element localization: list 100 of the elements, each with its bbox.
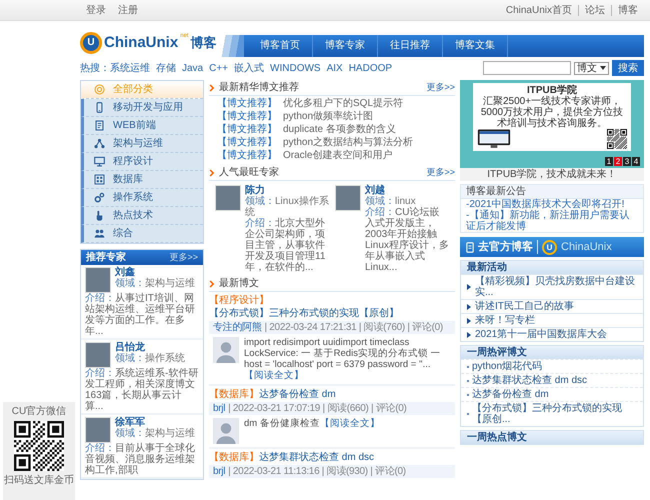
hot-search-link[interactable]: Java	[182, 62, 204, 74]
triangle-bullet-icon	[467, 304, 471, 310]
post-title-link[interactable]: Oracle创建表空间和用户	[283, 150, 392, 163]
stripe-decoration	[220, 35, 244, 57]
hot-search-link[interactable]: C++	[209, 62, 228, 74]
slide-button[interactable]: 4	[632, 157, 640, 166]
expert-name-link[interactable]: 陈力	[245, 185, 329, 196]
post-title-link[interactable]: 达梦集群状态检查 dm dsc	[259, 451, 374, 464]
category-item[interactable]: 移动开发与应用	[81, 99, 203, 117]
read-more-link[interactable]: 【阅读全文】	[244, 370, 304, 381]
hot-search-link[interactable]: HADOOP	[348, 62, 392, 74]
category-tag-link[interactable]: 【数据库】	[209, 451, 259, 464]
search-button[interactable]: 搜索	[612, 60, 644, 76]
notice-link[interactable]: -2021中国数据库技术大会即将召开!	[461, 199, 643, 210]
hot-search-link[interactable]: 嵌入式	[234, 62, 264, 74]
logo-icon[interactable]: U	[80, 32, 102, 54]
post-link[interactable]: python烟花代码	[472, 361, 542, 372]
triangle-bullet-icon	[467, 284, 471, 290]
category-item[interactable]: 数据库	[81, 171, 203, 189]
read-more-link[interactable]: 【阅读全文】	[320, 418, 380, 429]
nav-link[interactable]: 博客专家	[313, 35, 378, 57]
nav-link[interactable]: 往日推荐	[378, 35, 443, 57]
post-link[interactable]: 达梦集群状态检查 dm dsc	[472, 375, 588, 386]
slide-button[interactable]: 1	[605, 157, 613, 166]
expert-field: 领域：架构与运维	[115, 428, 195, 439]
post-title-link[interactable]: python做频率统计图	[283, 111, 374, 124]
post-title-link[interactable]: 达梦备份检查 dm	[259, 388, 336, 401]
people-icon	[94, 228, 105, 239]
expert-field: 领域：Linux操作系统	[245, 196, 329, 218]
tag-link[interactable]: 【博文推荐】	[217, 98, 277, 111]
category-tag-link[interactable]: 【数据库】	[209, 388, 259, 401]
category-tag-link[interactable]: 【程序设计】	[209, 294, 269, 307]
ad-banner[interactable]: ITPUB学院 汇聚2500+一线技术专家讲师，5000万技术用户，提供全方位技术培训与技术咨询服务。 1 2 3 4	[460, 80, 644, 168]
notice-link[interactable]: -【通知】新功能，新注册用户需要认证后才能发博	[461, 210, 643, 232]
expert-name-link[interactable]: 刘越	[365, 185, 449, 196]
nav-link[interactable]: 博客文集	[443, 35, 508, 57]
post-meta-text: | 2022-03-24 17:21:31 | 阅读(760) | 评论(0)	[264, 322, 443, 333]
network-icon	[94, 138, 105, 149]
category-item[interactable]: 程序设计	[81, 153, 203, 171]
panel-title: 最新活动	[461, 261, 643, 274]
expert-intro: 介绍：北京大型外企公司架构师，项目主管，从事软件开发及项目管理11年，在软件的...	[245, 218, 326, 273]
post-title-link[interactable]: 优化多租户下的SQL提示符	[283, 98, 404, 111]
tag-link[interactable]: 【博文推荐】	[217, 124, 277, 137]
tag-link[interactable]: 【博文推荐】	[217, 150, 277, 163]
more-link[interactable]: 更多>>	[426, 167, 455, 178]
category-item[interactable]: 操作系统	[81, 189, 203, 207]
nav-link[interactable]: 博客首页	[248, 35, 313, 57]
gears-icon	[94, 192, 105, 203]
official-blog-banner[interactable]: 去官方博客 U ChinaUnix	[460, 237, 644, 257]
expert-intro: 介绍：CU论坛嵌入式开发版主，2003年开始接触Linux程序设计，多年从事嵌入式Linux...	[365, 207, 449, 273]
triangle-bullet-icon	[467, 318, 471, 324]
monitor-icon	[94, 156, 105, 167]
activity-link[interactable]: 来呀！写专栏	[475, 315, 535, 326]
panel-title: 博客最新公告	[461, 185, 643, 199]
category-item[interactable]: 架构与运维	[81, 135, 203, 153]
hot-search-link[interactable]: AIX	[326, 62, 343, 74]
hot-search-link[interactable]: WINDOWS	[270, 62, 321, 74]
category-item[interactable]: WEB前端	[81, 117, 203, 135]
post-title-link[interactable]: python之数据结构与算法分析	[283, 137, 414, 150]
top-link[interactable]: 注册	[112, 4, 144, 16]
slide-button[interactable]: 3	[623, 157, 631, 166]
top-link[interactable]: 博客	[611, 4, 644, 16]
post-link[interactable]: 【分布式锁】三种分布式锁的实现【原创...	[472, 403, 637, 425]
chevron-icon	[209, 84, 215, 92]
activity-link[interactable]: 【精彩视频】贝壳找房数据中台建设实...	[475, 276, 637, 298]
activity-link[interactable]: 2021第十一届中国数据库大会	[475, 329, 608, 340]
post-title-link[interactable]: 【分布式锁】三种分布式锁的实现【原创】	[209, 307, 399, 320]
expert-name-link[interactable]: 刘鑫	[115, 267, 195, 278]
activity-link[interactable]: 讲述IT民工自己的故事	[475, 301, 574, 312]
author-link[interactable]: brjl	[213, 403, 226, 414]
caret-icon	[600, 66, 606, 70]
panel-title: 一周热评博文	[461, 346, 643, 359]
grid-icon	[94, 174, 105, 185]
triangle-bullet-icon	[467, 332, 471, 338]
expert-name-link[interactable]: 徐军军	[115, 417, 195, 428]
post-meta-text: | 2022-03-21 17:07:19 | 阅读(660) | 评论(0)	[228, 403, 407, 414]
ad-brand-text: ITPUB学院	[527, 85, 577, 96]
post-excerpt: dm 备份健康检查【阅读全文】	[244, 418, 380, 431]
post-link[interactable]: 达梦备份检查 dm	[472, 389, 549, 400]
category-item[interactable]: 热点技术	[81, 207, 203, 225]
qr-code-drawing	[607, 129, 627, 149]
top-link[interactable]: 论坛	[578, 4, 611, 16]
hot-search-link[interactable]: 系统运维	[110, 62, 150, 74]
expert-name-link[interactable]: 吕怡龙	[115, 342, 185, 353]
slide-button[interactable]: 2	[614, 157, 622, 166]
category-item[interactable]: 综合	[81, 225, 203, 243]
author-link[interactable]: brjl	[213, 466, 226, 477]
post-meta-text: | 2022-03-21 11:13:16 | 阅读(930) | 评论(0)	[228, 466, 406, 477]
search-field[interactable]	[483, 61, 571, 75]
more-link[interactable]: 更多>>	[426, 82, 455, 93]
author-link[interactable]: 专注的阿熊	[213, 322, 262, 333]
tag-link[interactable]: 【博文推荐】	[217, 137, 277, 150]
wechat-caption: 扫码送文库金币	[4, 475, 74, 486]
search-type-dropdown[interactable]: 博文	[574, 62, 609, 74]
post-title-link[interactable]: duplicate 各项参数的含义	[283, 124, 396, 137]
tag-link[interactable]: 【博文推荐】	[217, 111, 277, 124]
top-link[interactable]: ChinaUnix首页	[500, 4, 578, 16]
top-link[interactable]: 登录	[80, 4, 112, 16]
more-link[interactable]: 更多>>	[169, 252, 198, 263]
hot-search-link[interactable]: 存储	[156, 62, 176, 74]
